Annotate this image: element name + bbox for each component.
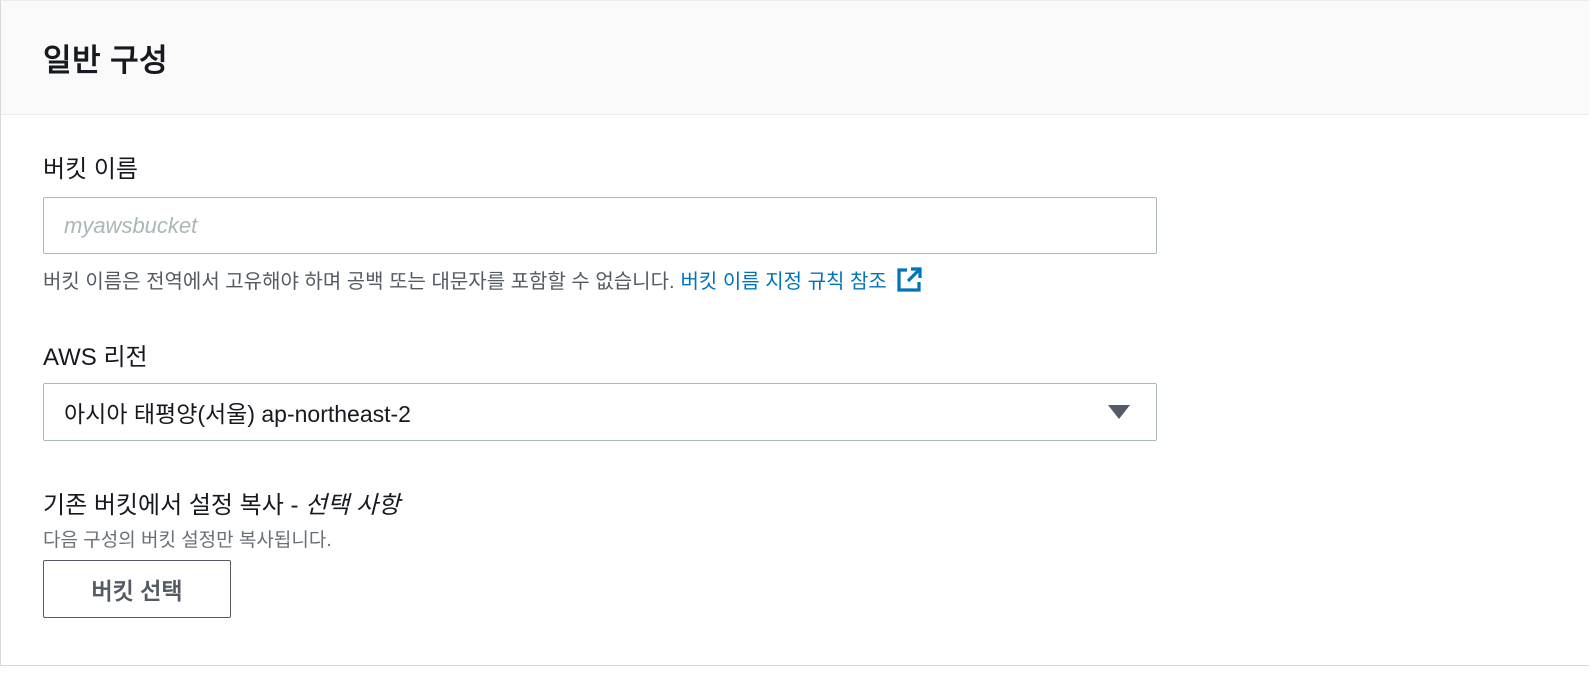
panel-title: 일반 구성 [43, 43, 169, 78]
choose-bucket-button[interactable]: 버킷 선택 [43, 560, 231, 618]
region-label: AWS 리전 [43, 344, 148, 371]
region-select[interactable]: 아시아 태평양(서울) ap-northeast-2 [43, 383, 1157, 441]
bucket-name-hint-text: 버킷 이름은 전역에서 고유해야 하며 공백 또는 대문자를 포함할 수 없습니… [43, 271, 675, 293]
region-selected-value: 아시아 태평양(서울) ap-northeast-2 [64, 401, 411, 427]
general-configuration-panel: 일반 구성 버킷 이름 버킷 이름은 전역에서 고유해야 하며 공백 또는 대문… [0, 0, 1589, 666]
copy-settings-description: 다음 구성의 버킷 설정만 복사됩니다. [43, 530, 332, 551]
bucket-name-label: 버킷 이름 [43, 156, 138, 183]
optional-tag: 선택 사항 [305, 492, 401, 519]
bucket-naming-rules-link[interactable]: 버킷 이름 지정 규칙 참조 [681, 265, 923, 294]
panel-header: 일반 구성 [1, 1, 1589, 115]
bucket-name-hint: 버킷 이름은 전역에서 고유해야 하며 공백 또는 대문자를 포함할 수 없습니… [43, 265, 923, 294]
external-link-icon [897, 266, 922, 292]
copy-settings-label-text: 기존 버킷에서 설정 복사 - [43, 492, 306, 519]
bucket-name-input[interactable] [43, 197, 1157, 254]
bucket-naming-rules-link-label: 버킷 이름 지정 규칙 참조 [680, 271, 887, 293]
caret-down-icon [1108, 405, 1130, 419]
copy-settings-label: 기존 버킷에서 설정 복사 - 선택 사항 [43, 485, 400, 520]
